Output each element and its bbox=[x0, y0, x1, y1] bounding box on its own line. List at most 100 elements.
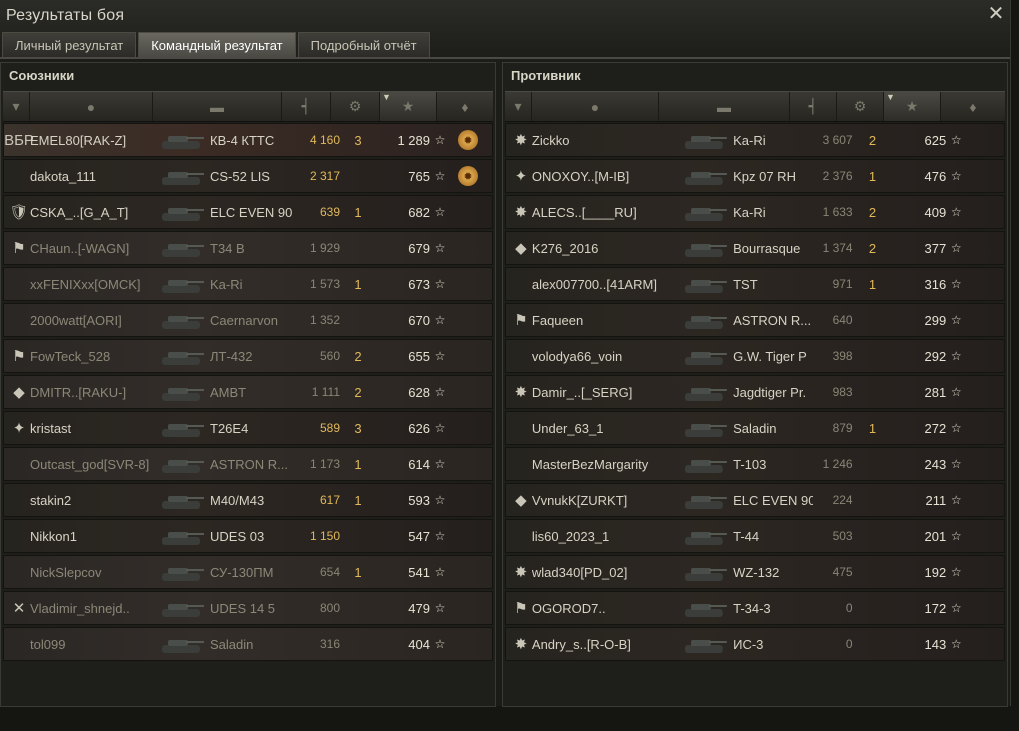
player-name: EMEL80[RAK-Z] bbox=[30, 132, 127, 148]
player-row[interactable]: ✦ ONOXOY..[M-IB] Kpz 07 RH 2 376 1 476 ☆ bbox=[505, 159, 1005, 193]
vehicle-column-icon[interactable]: ▬ bbox=[153, 92, 282, 121]
vehicle-name: ИС-3 bbox=[733, 636, 764, 652]
player-row[interactable]: volodya66_voin G.W. Tiger P 398 292 ☆ bbox=[505, 339, 1005, 373]
xp-value: 377 bbox=[924, 240, 947, 256]
player-name: tol099 bbox=[30, 636, 66, 652]
player-row[interactable]: tol099 Saladin 316 404 ☆ bbox=[3, 627, 493, 661]
xp-value: 655 bbox=[408, 348, 430, 364]
player-row[interactable]: Nikkon1 UDES 03 1 150 547 ☆ bbox=[3, 519, 493, 553]
player-name: Damir_..[_SERG] bbox=[531, 384, 633, 400]
damage-value: 639 bbox=[319, 205, 340, 219]
tab-team-result[interactable]: Командный результат bbox=[138, 32, 296, 57]
player-row[interactable]: ◆ K276_2016 Bourrasque 1 374 2 377 ☆ bbox=[505, 231, 1005, 265]
clan-emblem-icon bbox=[8, 525, 30, 547]
xp-value: 143 bbox=[924, 636, 947, 652]
player-row[interactable]: ◆ VvnukK[ZURKT] ELC EVEN 90 224 211 ☆ bbox=[505, 483, 1005, 517]
clan-emblem-icon: ВБР bbox=[4, 131, 34, 149]
player-column-icon[interactable]: ● bbox=[532, 92, 659, 121]
player-row[interactable]: MasterBezMargarity T-103 1 246 243 ☆ bbox=[505, 447, 1005, 481]
tank-silhouette-icon bbox=[162, 568, 204, 581]
damage-value: 1 929 bbox=[309, 241, 340, 255]
tab-bar: Личный результат Командный результат Под… bbox=[2, 32, 432, 57]
kills-value: 1 bbox=[354, 456, 362, 472]
damage-value: 617 bbox=[319, 493, 340, 507]
tank-silhouette-icon bbox=[162, 136, 204, 149]
player-row[interactable]: ✸ Damir_..[_SERG] Jagdtiger Pr. 983 281 ☆ bbox=[505, 375, 1005, 409]
damage-value: 224 bbox=[832, 493, 853, 507]
kills-column-icon[interactable]: ⚙ bbox=[837, 92, 884, 121]
medal-icon[interactable]: ✹ bbox=[458, 130, 478, 150]
xp-value: 479 bbox=[408, 600, 430, 616]
player-row[interactable]: alex007700..[41ARM] TST 971 1 316 ☆ bbox=[505, 267, 1005, 301]
xp-column-icon[interactable]: ▼ ★ bbox=[884, 92, 941, 121]
player-name: FowTeck_528 bbox=[30, 348, 111, 364]
damage-column-icon[interactable]: ┥ bbox=[790, 92, 837, 121]
player-row[interactable]: dakota_111 CS-52 LIS 2 317 765 ☆ ✹ bbox=[3, 159, 493, 193]
xp-star-icon: ☆ bbox=[434, 169, 446, 183]
player-row[interactable]: stakin2 M40/M43 617 1 593 ☆ bbox=[3, 483, 493, 517]
clan-column-icon[interactable]: ▾ bbox=[505, 92, 532, 121]
player-row[interactable]: ⚑ FowTeck_528 ЛТ-432 560 2 655 ☆ bbox=[3, 339, 493, 373]
player-row[interactable]: ✕ Vladimir_shnejd.. UDES 14 5 800 479 ☆ bbox=[3, 591, 493, 625]
tab-detailed-report[interactable]: Подробный отчёт bbox=[297, 32, 430, 57]
clan-emblem-icon bbox=[8, 165, 30, 187]
clan-column-icon[interactable]: ▾ bbox=[3, 92, 30, 121]
damage-value: 640 bbox=[832, 313, 853, 327]
player-row[interactable]: ✸ Zickko Ka-Ri 3 607 2 625 ☆ bbox=[505, 123, 1005, 157]
kills-value: 1 bbox=[354, 276, 362, 292]
xp-value: 625 bbox=[924, 132, 947, 148]
medal-icon[interactable]: ✹ bbox=[458, 166, 478, 186]
player-row[interactable]: xxFENIXxx[OMCK] Ka-Ri 1 573 1 673 ☆ bbox=[3, 267, 493, 301]
clan-emblem-icon bbox=[8, 489, 30, 511]
damage-value: 503 bbox=[832, 529, 853, 543]
close-icon[interactable]: ✕ bbox=[986, 4, 1006, 25]
vehicle-name: Ka-Ri bbox=[210, 276, 243, 292]
player-row[interactable]: ⚑ Faqueen ASTRON R... 640 299 ☆ bbox=[505, 303, 1005, 337]
allies-title: Союзники bbox=[9, 68, 75, 83]
xp-star-icon: ☆ bbox=[950, 529, 962, 543]
vehicle-name: ELC EVEN 90 bbox=[210, 204, 293, 220]
vehicle-name: Saladin bbox=[733, 420, 777, 436]
vehicle-name: Bourrasque bbox=[733, 240, 801, 256]
sort-arrow-icon: ▼ bbox=[886, 92, 895, 102]
tank-silhouette-icon bbox=[685, 136, 728, 149]
xp-star-icon: ☆ bbox=[434, 421, 446, 435]
player-name: 2000watt[AORI] bbox=[30, 312, 122, 328]
medal-column-icon[interactable]: ♦ bbox=[437, 92, 493, 121]
player-row[interactable]: ⚑ CHaun..[-WAGN] T34 B 1 929 679 ☆ bbox=[3, 231, 493, 265]
player-row[interactable]: 🛡 CSKA_..[G_A_T] ELC EVEN 90 639 1 682 ☆ bbox=[3, 195, 493, 229]
player-name: xxFENIXxx[OMCK] bbox=[30, 276, 141, 292]
kills-column-icon[interactable]: ⚙ bbox=[331, 92, 380, 121]
player-row[interactable]: ✸ wlad340[PD_02] WZ-132 475 192 ☆ bbox=[505, 555, 1005, 589]
player-row[interactable]: 2000watt[AORI] Caernarvon 1 352 670 ☆ bbox=[3, 303, 493, 337]
clan-emblem-icon bbox=[510, 345, 532, 367]
xp-column-icon[interactable]: ▼ ★ bbox=[380, 92, 437, 121]
player-row[interactable]: ✸ ALECS..[____RU] Ka-Ri 1 633 2 409 ☆ bbox=[505, 195, 1005, 229]
player-row[interactable]: Under_63_1 Saladin 879 1 272 ☆ bbox=[505, 411, 1005, 445]
player-row[interactable]: NickSlepcov СУ-130ПМ 654 1 541 ☆ bbox=[3, 555, 493, 589]
damage-column-icon[interactable]: ┥ bbox=[282, 92, 331, 121]
player-row[interactable]: Outcast_god[SVR-8] ASTRON R... 1 173 1 614 ☆ bbox=[3, 447, 493, 481]
medal-column-icon[interactable]: ♦ bbox=[941, 92, 1005, 121]
vehicle-name: CS-52 LIS bbox=[210, 168, 270, 184]
clan-emblem-icon bbox=[510, 453, 532, 475]
vehicle-name: Ka-Ri bbox=[733, 132, 766, 148]
clan-emblem-icon: ✸ bbox=[514, 636, 528, 653]
vehicle-column-icon[interactable]: ▬ bbox=[659, 92, 790, 121]
player-name: dakota_111 bbox=[30, 168, 97, 184]
player-row[interactable]: ✸ Andry_s..[R-O-B] ИС-3 0 143 ☆ bbox=[505, 627, 1005, 661]
tank-silhouette-icon bbox=[162, 640, 204, 653]
kills-value: 1 bbox=[354, 492, 362, 508]
player-row[interactable]: ⚑ OGOROD7.. T-34-3 0 172 ☆ bbox=[505, 591, 1005, 625]
player-row[interactable]: lis60_2023_1 T-44 503 201 ☆ bbox=[505, 519, 1005, 553]
clan-emblem-icon: ⚑ bbox=[514, 600, 528, 617]
player-row[interactable]: ◆ DMITR..[RAKU-] AMBT 1 111 2 628 ☆ bbox=[3, 375, 493, 409]
player-row[interactable]: ВБР EMEL80[RAK-Z] КВ-4 КТТС 4 160 3 1 289 ☆ ✹ bbox=[3, 123, 493, 157]
tank-silhouette-icon bbox=[685, 604, 728, 617]
player-row[interactable]: ✦ kristast T26E4 589 3 626 ☆ bbox=[3, 411, 493, 445]
player-column-icon[interactable]: ● bbox=[30, 92, 153, 121]
tank-silhouette-icon bbox=[162, 172, 204, 185]
sort-arrow-icon: ▼ bbox=[382, 92, 391, 102]
tab-personal-result[interactable]: Личный результат bbox=[2, 32, 137, 57]
player-name: Andry_s..[R-O-B] bbox=[531, 636, 631, 652]
